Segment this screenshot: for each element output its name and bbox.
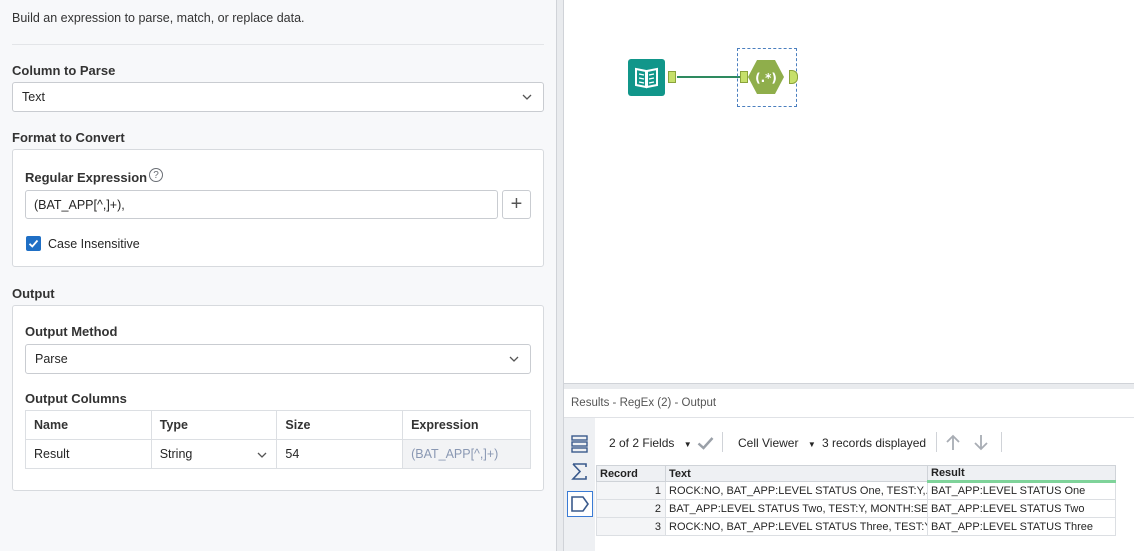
column-header-size: Size — [276, 410, 404, 440]
output-columns-label: Output Columns — [25, 391, 127, 406]
column-header-type: Type — [150, 410, 278, 440]
apply-checkmark-icon[interactable] — [697, 436, 714, 450]
metadata-view-button[interactable] — [567, 491, 593, 517]
case-insensitive-checkbox[interactable] — [26, 236, 41, 251]
chevron-down-icon — [257, 452, 267, 458]
regex-input[interactable]: (BAT_APP[^,]+), — [25, 190, 498, 219]
add-token-button[interactable]: + — [502, 190, 531, 219]
format-to-convert-label: Format to Convert — [12, 130, 125, 145]
plus-icon: + — [510, 193, 523, 215]
column-to-parse-value: Text — [22, 90, 45, 104]
output-method-label: Output Method — [25, 324, 118, 339]
workflow-canvas[interactable] — [564, 0, 1134, 383]
chevron-down-icon — [522, 94, 532, 100]
name-cell[interactable]: Result — [25, 439, 152, 469]
record-number-cell: 3 — [596, 517, 666, 536]
tag-icon — [571, 496, 589, 512]
divider — [564, 417, 1134, 418]
text-cell[interactable]: ROCK:NO, BAT_APP:LEVEL STATUS Three, TES… — [665, 517, 928, 536]
cell-viewer-selector[interactable]: Cell Viewer ▼ — [738, 436, 816, 450]
regex-card: Regular Expression ? (BAT_APP[^,]+), + C… — [12, 149, 544, 267]
fields-label: 2 of 2 Fields — [609, 436, 675, 450]
result-cell[interactable]: BAT_APP:LEVEL STATUS Three — [927, 517, 1116, 536]
results-title: Results - RegEx (2) - Output — [571, 397, 717, 409]
output-card: Output Method Parse Output Columns Name … — [12, 305, 544, 491]
column-header-name: Name — [25, 410, 152, 440]
grid-header-text[interactable]: Text — [665, 465, 928, 482]
divider — [12, 44, 544, 45]
size-cell[interactable]: 54 — [276, 439, 404, 469]
regex-tool-symbol: (.*) — [755, 71, 777, 85]
results-panel: Results - RegEx (2) - Output 2 of 2 Fiel… — [564, 389, 1134, 551]
text-cell[interactable]: ROCK:NO, BAT_APP:LEVEL STATUS One, TEST:… — [665, 481, 928, 500]
type-value: String — [159, 447, 193, 461]
results-side-toolbar — [564, 418, 595, 551]
sum-icon[interactable] — [569, 461, 590, 482]
record-number-cell: 2 — [596, 499, 666, 518]
config-panel: Build an expression to parse, match, or … — [0, 0, 556, 551]
chevron-down-icon — [509, 356, 519, 362]
column-to-parse-label: Column to Parse — [12, 63, 116, 78]
result-cell[interactable]: BAT_APP:LEVEL STATUS One — [927, 481, 1116, 500]
text-cell[interactable]: BAT_APP:LEVEL STATUS Two, TEST:Y, MONTH:… — [665, 499, 928, 518]
book-input-icon[interactable] — [628, 59, 665, 96]
regex-label: Regular Expression — [25, 170, 148, 185]
table-row[interactable]: 2 BAT_APP:LEVEL STATUS Two, TEST:Y, MONT… — [596, 499, 1116, 518]
grid-header-record[interactable]: Record — [596, 465, 666, 482]
table-row: Result String 54 (BAT_APP[^,]+) — [25, 439, 531, 469]
records-count: 3 records displayed — [822, 436, 927, 450]
tool-description: Build an expression to parse, match, or … — [12, 11, 305, 25]
table-row[interactable]: 1 ROCK:NO, BAT_APP:LEVEL STATUS One, TES… — [596, 481, 1116, 500]
regex-tool-icon[interactable]: (.*) — [747, 58, 785, 96]
caret-down-icon: ▼ — [807, 440, 816, 449]
toolbar-separator — [1001, 432, 1002, 452]
cell-viewer-label: Cell Viewer — [738, 436, 799, 450]
case-insensitive-label: Case Insensitive — [48, 237, 140, 251]
output-method-value: Parse — [35, 352, 68, 366]
fields-selector[interactable]: 2 of 2 Fields ▼ — [609, 436, 692, 450]
column-header-expression: Expression — [402, 410, 531, 440]
checkmark-icon — [28, 239, 39, 248]
result-cell[interactable]: BAT_APP:LEVEL STATUS Two — [927, 499, 1116, 518]
toolbar-separator — [722, 432, 723, 452]
panel-splitter[interactable] — [556, 0, 564, 551]
results-grid: Record Text Result 1 ROCK:NO, BAT_APP:LE… — [596, 465, 1116, 536]
type-cell[interactable]: String — [150, 439, 278, 469]
table-view-icon[interactable] — [569, 433, 590, 454]
arrow-up-icon[interactable] — [946, 434, 960, 451]
output-label: Output — [12, 286, 55, 301]
regex-value: (BAT_APP[^,]+), — [34, 197, 125, 212]
caret-down-icon: ▼ — [683, 440, 692, 449]
help-icon[interactable]: ? — [149, 168, 163, 182]
table-row[interactable]: 3 ROCK:NO, BAT_APP:LEVEL STATUS Three, T… — [596, 517, 1116, 536]
output-anchor-icon[interactable] — [668, 71, 676, 83]
toolbar-separator — [936, 432, 937, 452]
connection-line[interactable] — [677, 76, 746, 78]
output-columns-table: Name Type Size Expression Result String … — [25, 410, 531, 469]
expression-cell: (BAT_APP[^,]+) — [402, 439, 531, 469]
output-method-select[interactable]: Parse — [25, 344, 531, 374]
arrow-down-icon[interactable] — [974, 434, 988, 451]
record-number-cell: 1 — [596, 481, 666, 500]
column-to-parse-select[interactable]: Text — [12, 82, 544, 112]
grid-header-result[interactable]: Result — [927, 465, 1116, 483]
